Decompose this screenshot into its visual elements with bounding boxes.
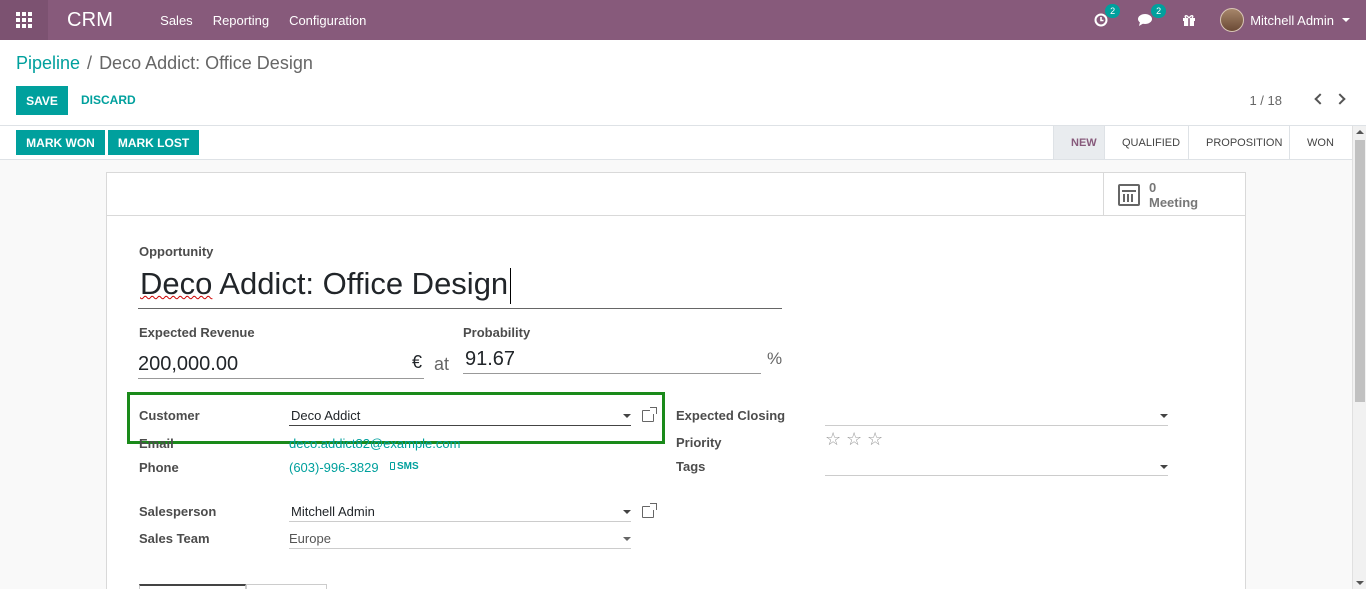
email-label: Email (139, 436, 174, 451)
salesperson-dropdown-icon[interactable] (623, 510, 631, 514)
priority-star-1-icon[interactable]: ☆ (825, 429, 841, 450)
menu-sales[interactable]: Sales (160, 13, 193, 28)
salesperson-input[interactable]: Mitchell Admin (289, 502, 631, 522)
customer-input[interactable]: Deco Addict (289, 406, 631, 426)
notebook-tab-2[interactable] (246, 584, 327, 589)
email-link[interactable]: deco.addict82@example.com (289, 436, 460, 451)
expected-closing-dropdown-icon[interactable] (1160, 414, 1168, 418)
menu-reporting[interactable]: Reporting (213, 13, 269, 28)
gift-button[interactable] (1182, 13, 1196, 27)
chevron-right-icon[interactable] (1334, 93, 1346, 105)
gift-icon (1183, 15, 1196, 26)
currency-symbol: € (412, 352, 423, 372)
probability-label: Probability (463, 325, 531, 340)
menu-configuration[interactable]: Configuration (289, 13, 366, 28)
scroll-up-icon[interactable] (1356, 130, 1364, 134)
smart-button-box: 0 Meeting (107, 173, 1245, 216)
stage-won[interactable]: WON (1289, 126, 1352, 159)
salesperson-value: Mitchell Admin (291, 504, 375, 519)
customer-dropdown-icon[interactable] (623, 414, 631, 418)
pager-nav (1314, 91, 1346, 105)
opportunity-label: Opportunity (139, 244, 214, 259)
opportunity-title-input[interactable]: Deco Addict: Office Design (138, 262, 782, 309)
apps-menu-button[interactable] (0, 0, 48, 40)
calendar-icon (1118, 183, 1140, 206)
app-brand[interactable]: CRM (67, 9, 113, 32)
salesperson-external-link-icon[interactable] (642, 503, 657, 518)
percent-symbol: % (767, 349, 783, 368)
mobile-icon (390, 462, 395, 470)
phone-label: Phone (139, 460, 179, 475)
stage-qualified[interactable]: QUALIFIED (1104, 126, 1188, 159)
activity-button[interactable]: 2 (1094, 4, 1121, 27)
sms-label: SMS (397, 461, 419, 472)
pager-value[interactable]: 1 / 18 (1249, 93, 1282, 108)
notebook-tab-1[interactable] (139, 584, 246, 589)
save-button[interactable]: SAVE (16, 86, 68, 115)
priority-star-3-icon[interactable]: ☆ (867, 429, 883, 450)
user-menu-caret-icon[interactable] (1342, 18, 1350, 22)
expected-revenue-input[interactable]: 200,000.00 (138, 350, 424, 379)
phone-link[interactable]: (603)-996-3829 (289, 460, 379, 475)
discard-button[interactable]: DISCARD (81, 93, 136, 107)
user-name[interactable]: Mitchell Admin (1250, 13, 1334, 28)
breadcrumb-separator: / (87, 53, 93, 73)
at-label: at (434, 354, 450, 374)
chevron-left-icon[interactable] (1314, 93, 1326, 105)
scroll-thumb[interactable] (1355, 140, 1365, 402)
opportunity-title-misspelled: Deco (140, 266, 213, 301)
apps-grid-icon (16, 12, 32, 28)
salesperson-label: Salesperson (139, 504, 217, 519)
priority-label: Priority (676, 435, 722, 450)
messages-badge: 2 (1151, 4, 1167, 18)
stage-proposition[interactable]: PROPOSITION (1188, 126, 1289, 159)
tags-label: Tags (676, 459, 706, 474)
expected-closing-input[interactable] (825, 406, 1168, 426)
scroll-down-icon[interactable] (1356, 581, 1364, 585)
status-bar: MARK WON MARK LOST NEW QUALIFIED PROPOSI… (0, 126, 1352, 160)
sales-team-input[interactable]: Europe (289, 529, 631, 549)
meeting-count: 0 (1149, 179, 1157, 195)
expected-closing-label: Expected Closing (676, 408, 786, 423)
mark-won-button[interactable]: MARK WON (16, 130, 105, 155)
tags-input[interactable] (825, 456, 1168, 476)
probability-input[interactable]: 91.67 (463, 345, 761, 374)
customer-value: Deco Addict (291, 408, 361, 423)
sales-team-dropdown-icon[interactable] (623, 537, 631, 541)
page-scrollbar[interactable] (1352, 126, 1366, 589)
stage-pipeline: NEW QUALIFIED PROPOSITION WON (1053, 126, 1352, 159)
customer-label: Customer (139, 408, 200, 423)
breadcrumb: Pipeline / Deco Addict: Office Design (16, 53, 313, 74)
sms-button[interactable]: SMS (390, 461, 419, 472)
breadcrumb-current: Deco Addict: Office Design (99, 53, 313, 73)
meeting-label: Meeting (1149, 194, 1199, 210)
control-panel: Pipeline / Deco Addict: Office Design SA… (0, 40, 1366, 126)
priority-star-2-icon[interactable]: ☆ (846, 429, 862, 450)
tags-dropdown-icon[interactable] (1160, 465, 1168, 469)
mark-lost-button[interactable]: MARK LOST (108, 130, 199, 155)
opportunity-title-rest: Addict: Office Design (212, 266, 509, 301)
activity-badge: 2 (1105, 4, 1121, 18)
sales-team-value: Europe (289, 531, 331, 546)
stage-new[interactable]: NEW (1053, 126, 1104, 159)
top-navbar: CRM Sales Reporting Configuration 2 2 Mi… (0, 0, 1366, 40)
messages-button[interactable]: 2 (1138, 4, 1167, 27)
text-cursor (510, 267, 512, 304)
breadcrumb-pipeline-link[interactable]: Pipeline (16, 53, 80, 74)
sales-team-label: Sales Team (139, 531, 210, 546)
form-sheet: 0 Meeting (106, 172, 1246, 589)
user-avatar[interactable] (1220, 8, 1245, 32)
meeting-smart-button[interactable]: 0 Meeting (1103, 173, 1245, 216)
customer-external-link-icon[interactable] (642, 407, 657, 422)
expected-revenue-label: Expected Revenue (139, 325, 255, 340)
